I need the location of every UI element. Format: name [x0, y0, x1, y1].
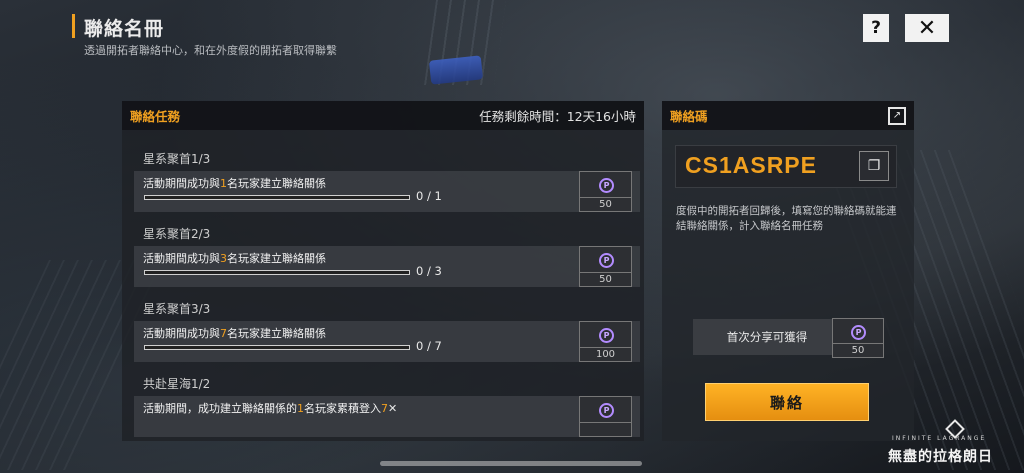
- task-item: 共赴星海1/2 活動期間，成功建立聯絡關係的1名玩家累積登入7✕ P: [134, 369, 640, 441]
- reward-amount: 100: [580, 347, 631, 361]
- reward-amount: 50: [580, 272, 631, 286]
- page-subtitle: 透過開拓者聯絡中心，和在外度假的開拓者取得聯繫: [84, 44, 337, 57]
- title-accent-bar: [72, 14, 75, 38]
- progress-bar: [144, 270, 410, 275]
- task-description: 活動期間，成功建立聯絡關係的1名玩家累積登入7✕: [143, 402, 398, 415]
- page-title: 聯絡名冊: [84, 18, 165, 40]
- missions-heading: 聯絡任務: [130, 109, 181, 124]
- logo-chinese: 無盡的拉格朗日: [888, 449, 993, 465]
- p-coin-icon: P: [599, 253, 614, 268]
- cross-swords-icon: ✕: [388, 402, 398, 415]
- game-logo: INFINITE LAGRANGE 無盡的拉格朗日: [888, 419, 1020, 468]
- task-row: 活動期間成功與7名玩家建立聯絡關係 0 / 7 P 100: [134, 321, 640, 362]
- progress-bar: [144, 345, 410, 350]
- missions-header: 聯絡任務 任務剩餘時間：12天16小時: [122, 101, 644, 130]
- task-list[interactable]: 星系聚首1/3 活動期間成功與1名玩家建立聯絡關係 0 / 1 P 50 星系聚…: [134, 144, 640, 441]
- copy-button[interactable]: ❐: [859, 151, 889, 181]
- help-icon: ?: [871, 18, 881, 38]
- progress-count: 0 / 1: [416, 189, 442, 203]
- help-button[interactable]: ?: [863, 14, 889, 42]
- contact-code-box: CS1ASRPE ❐: [675, 145, 897, 188]
- task-row: 活動期間成功與3名玩家建立聯絡關係 0 / 3 P 50: [134, 246, 640, 287]
- task-name: 星系聚首1/3: [143, 152, 211, 166]
- task-name: 共赴星海1/2: [143, 377, 211, 391]
- logo-english: INFINITE LAGRANGE: [892, 435, 987, 442]
- missions-panel: 聯絡任務 任務剩餘時間：12天16小時 星系聚首1/3 活動期間成功與1名玩家建…: [122, 101, 644, 441]
- share-reward-item[interactable]: P 50: [832, 318, 884, 358]
- contact-heading: 聯絡碼: [670, 109, 708, 124]
- home-indicator[interactable]: [380, 461, 642, 466]
- share-reward-label: 首次分享可獲得: [693, 319, 841, 355]
- task-item: 星系聚首2/3 活動期間成功與3名玩家建立聯絡關係 0 / 3 P 50: [134, 219, 640, 294]
- task-description: 活動期間成功與3名玩家建立聯絡關係: [143, 252, 326, 265]
- progress-bar: [144, 195, 410, 200]
- contact-code-panel: 聯絡碼 ↗ CS1ASRPE ❐ 度假中的開拓者回歸後，填寫您的聯絡碼就能連結聯…: [662, 101, 914, 441]
- p-coin-icon: P: [599, 328, 614, 343]
- reward-amount: 50: [580, 197, 631, 211]
- export-icon[interactable]: ↗: [888, 106, 906, 125]
- contact-header: 聯絡碼 ↗: [662, 101, 914, 130]
- progress-count: 0 / 3: [416, 264, 442, 278]
- reward-item[interactable]: P 100: [579, 321, 632, 362]
- task-name: 星系聚首2/3: [143, 227, 211, 241]
- reward-amount: 50: [833, 343, 883, 357]
- contact-button[interactable]: 聯絡: [705, 383, 869, 421]
- reward-amount: [580, 422, 631, 436]
- reward-item[interactable]: P: [579, 396, 632, 437]
- close-icon: ✕: [917, 15, 937, 41]
- reward-item[interactable]: P 50: [579, 246, 632, 287]
- task-item: 星系聚首1/3 活動期間成功與1名玩家建立聯絡關係 0 / 1 P 50: [134, 144, 640, 219]
- p-coin-icon: P: [851, 325, 866, 340]
- close-button[interactable]: ✕: [905, 14, 949, 42]
- contact-description: 度假中的開拓者回歸後，填寫您的聯絡碼就能連結聯絡關係，計入聯絡名冊任務: [676, 205, 897, 232]
- p-coin-icon: P: [599, 403, 614, 418]
- task-description: 活動期間成功與1名玩家建立聯絡關係: [143, 177, 326, 190]
- reward-item[interactable]: P 50: [579, 171, 632, 212]
- task-description: 活動期間成功與7名玩家建立聯絡關係: [143, 327, 326, 340]
- task-row: 活動期間，成功建立聯絡關係的1名玩家累積登入7✕ P: [134, 396, 640, 437]
- copy-icon: ❐: [867, 158, 881, 174]
- task-item: 星系聚首3/3 活動期間成功與7名玩家建立聯絡關係 0 / 7 P 100: [134, 294, 640, 369]
- p-coin-icon: P: [599, 178, 614, 193]
- progress-count: 0 / 7: [416, 339, 442, 353]
- task-row: 活動期間成功與1名玩家建立聯絡關係 0 / 1 P 50: [134, 171, 640, 212]
- task-name: 星系聚首3/3: [143, 302, 211, 316]
- contact-code: CS1ASRPE: [685, 152, 817, 178]
- time-remaining: 任務剩餘時間：12天16小時: [479, 109, 636, 124]
